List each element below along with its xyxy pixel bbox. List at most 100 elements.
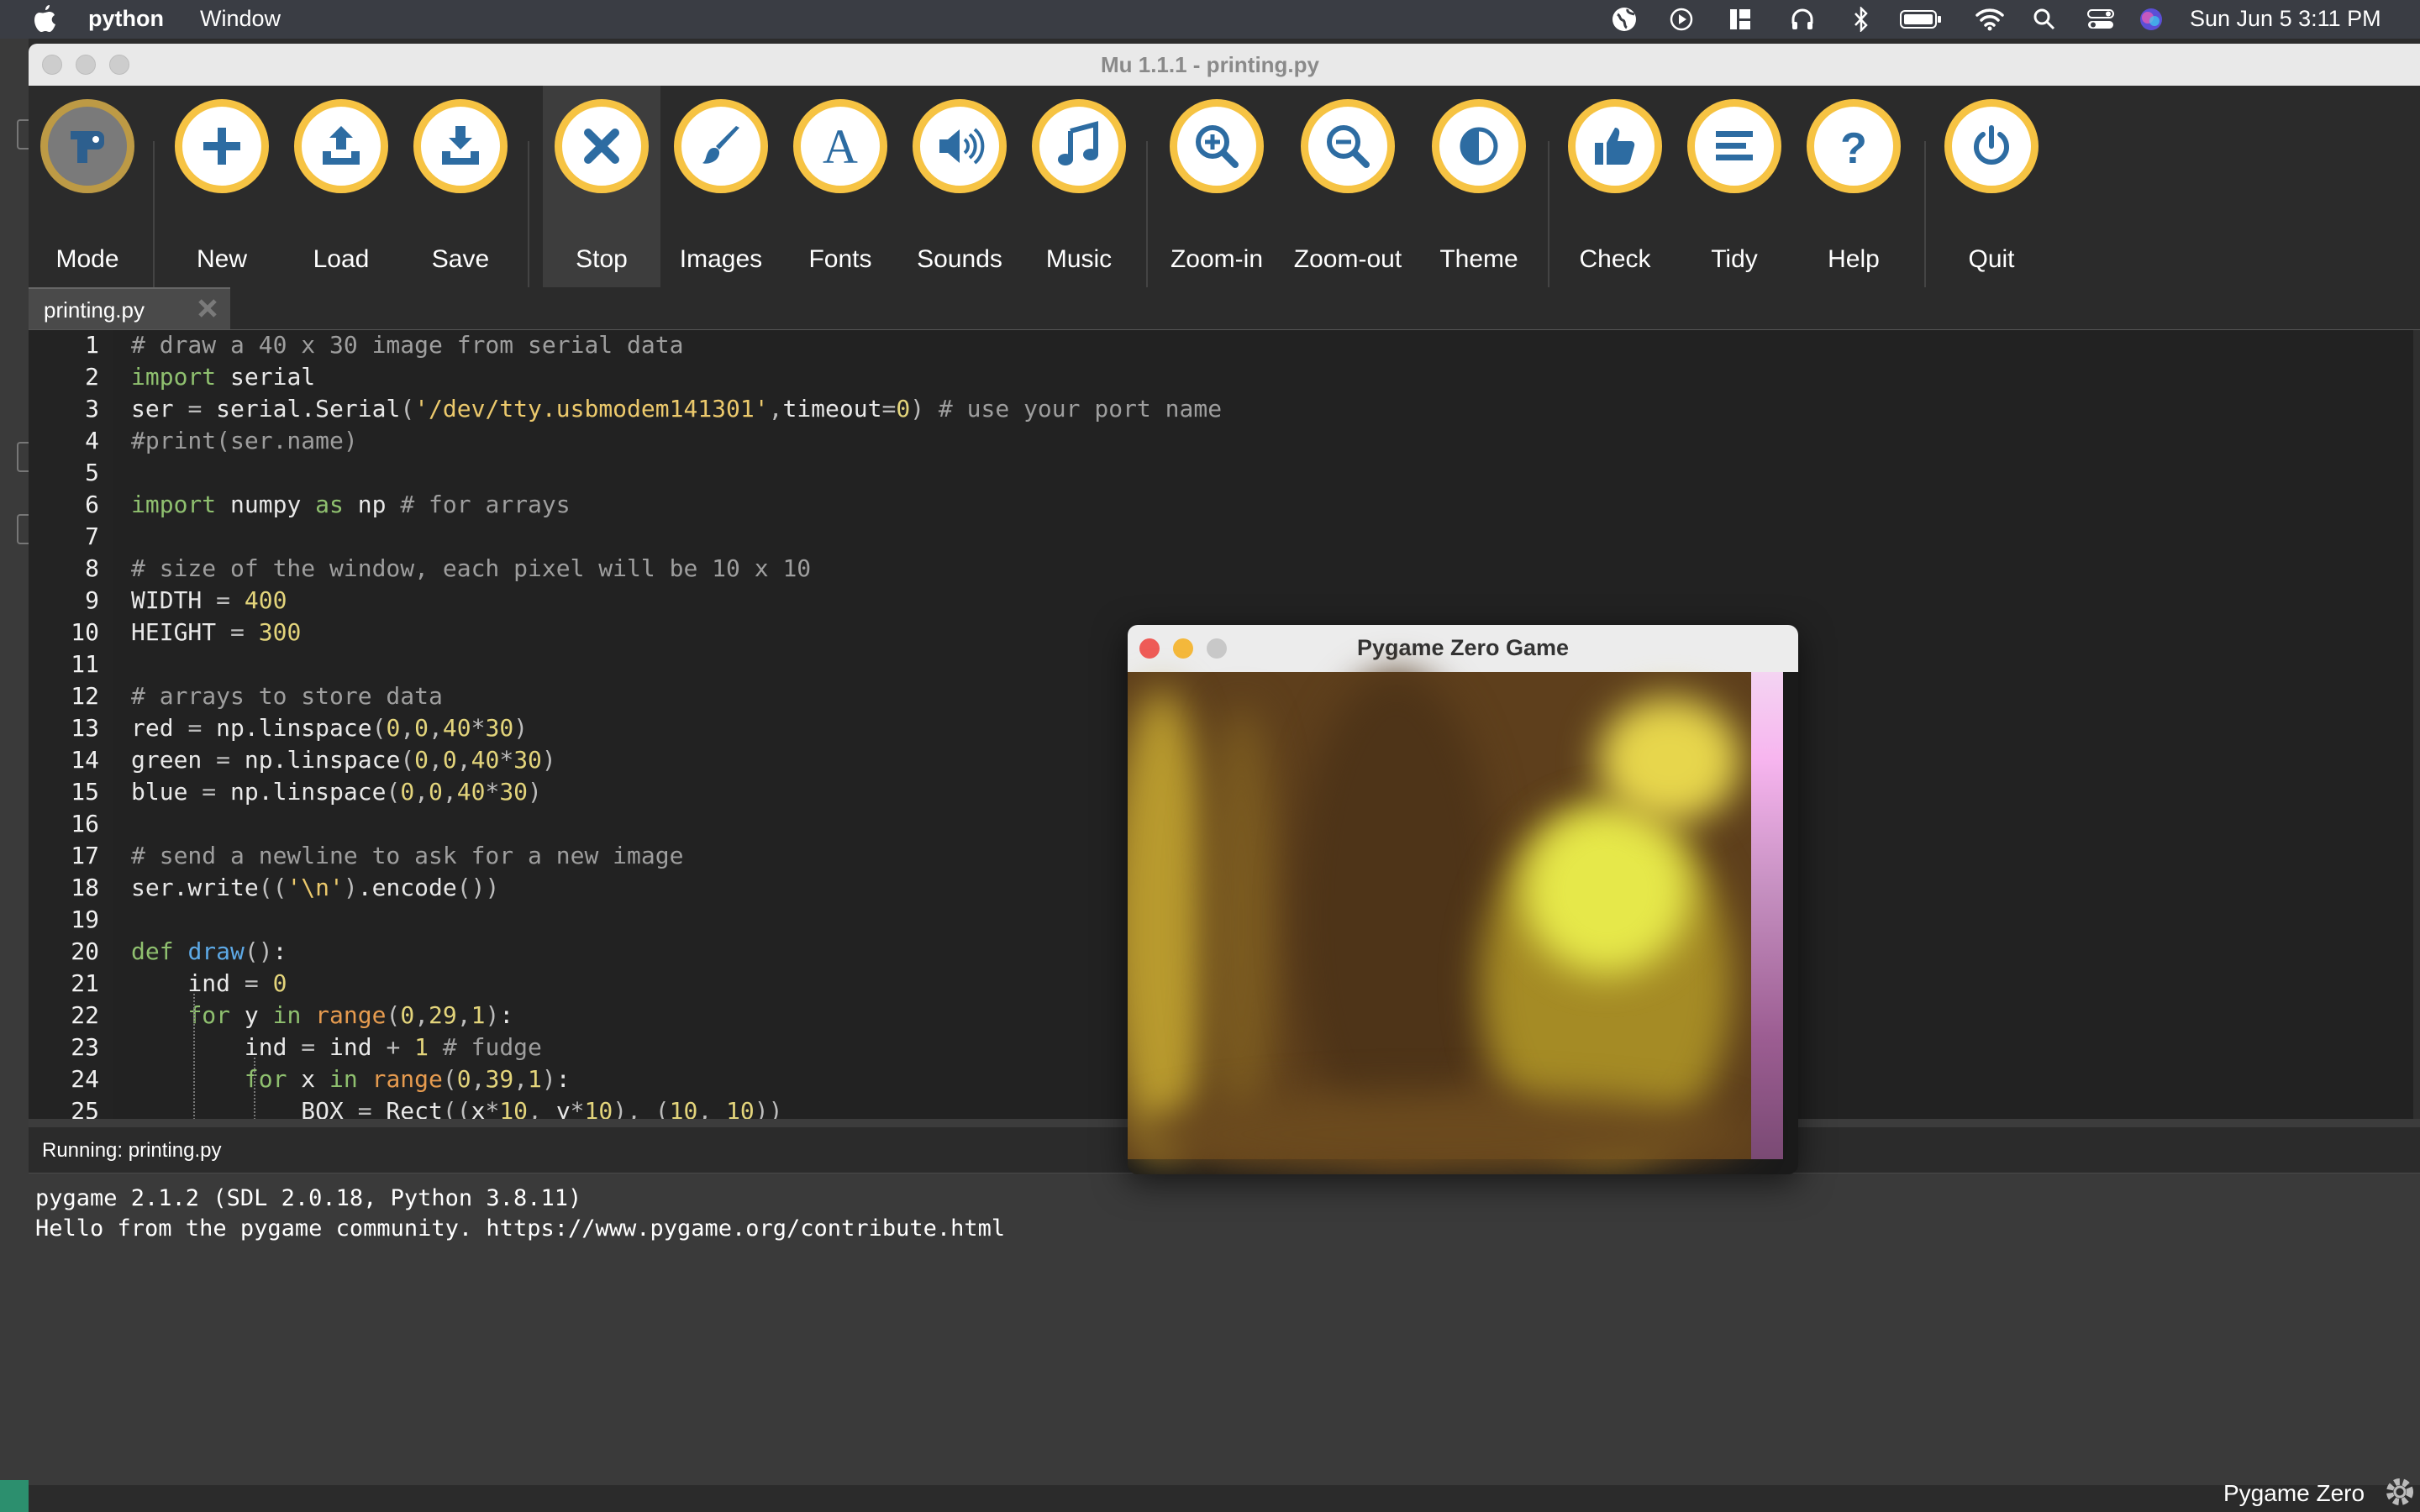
menu-bar: python Window Sun Jun 5 3:11 PM bbox=[0, 0, 2420, 39]
power-icon bbox=[1944, 99, 2039, 193]
output-pane[interactable]: pygame 2.1.2 (SDL 2.0.18, Python 3.8.11)… bbox=[29, 1173, 2420, 1500]
paintbrush-icon bbox=[674, 99, 768, 193]
music-button[interactable]: Music bbox=[1020, 86, 1138, 287]
save-button-label: Save bbox=[431, 245, 490, 273]
zoom-out-button[interactable]: Zoom-out bbox=[1289, 86, 1407, 287]
line-number: 7 bbox=[85, 522, 99, 550]
x-icon bbox=[555, 99, 649, 193]
code-line: blue = np.linspace(0,0,40*30) bbox=[131, 778, 542, 806]
download-icon bbox=[413, 99, 508, 193]
wifi-icon[interactable] bbox=[1973, 5, 2007, 34]
code-line: red = np.linspace(0,0,40*30) bbox=[131, 714, 529, 742]
line-number: 17 bbox=[71, 842, 99, 869]
indent-guide bbox=[193, 994, 195, 1120]
image-region bbox=[1296, 672, 1497, 1159]
close-tab-icon[interactable] bbox=[195, 296, 220, 321]
code-line: # draw a 40 x 30 image from serial data bbox=[131, 331, 684, 359]
line-number: 15 bbox=[71, 778, 99, 806]
new-button[interactable]: New bbox=[163, 86, 281, 287]
line-number: 2 bbox=[85, 363, 99, 391]
indent-guide bbox=[254, 1058, 255, 1120]
bluetooth-icon[interactable] bbox=[1847, 5, 1876, 34]
globe-icon[interactable] bbox=[1610, 5, 1639, 34]
toolbar-separator bbox=[528, 141, 529, 291]
line-number: 16 bbox=[71, 810, 99, 837]
images-button[interactable]: Images bbox=[662, 86, 780, 287]
tidy-button[interactable]: Tidy bbox=[1676, 86, 1793, 287]
load-button[interactable]: Load bbox=[282, 86, 400, 287]
line-number: 20 bbox=[71, 937, 99, 965]
mode-button[interactable]: Mode bbox=[29, 86, 146, 287]
battery-icon[interactable] bbox=[1897, 5, 1944, 34]
play-circle-icon[interactable] bbox=[1667, 5, 1696, 34]
background-window-mark bbox=[17, 514, 29, 544]
line-number-gutter: 1 2 3 4 5 6 7 8 9 10 11 12 13 14 15 16 17 18 19 20 21 22 23 24 2… bbox=[29, 330, 113, 1125]
search-icon[interactable] bbox=[2030, 5, 2059, 34]
theme-button[interactable]: Theme bbox=[1420, 86, 1538, 287]
app-menu-python[interactable]: python bbox=[88, 6, 164, 32]
pygame-zero-window[interactable]: Pygame Zero Game bbox=[1128, 625, 1798, 1174]
current-mode-label[interactable]: Pygame Zero bbox=[2223, 1480, 2365, 1507]
help-button-label: Help bbox=[1828, 245, 1880, 273]
status-bar: Pygame Zero bbox=[29, 1478, 2420, 1512]
sounds-button-label: Sounds bbox=[917, 245, 1002, 273]
code-line: import numpy as np # for arrays bbox=[131, 491, 571, 518]
menu-window[interactable]: Window bbox=[200, 6, 281, 32]
gear-icon[interactable] bbox=[2381, 1473, 2418, 1510]
code-line: # send a newline to ask for a new image bbox=[131, 842, 684, 869]
check-button[interactable]: Check bbox=[1556, 86, 1674, 287]
stop-button-label: Stop bbox=[576, 245, 628, 273]
sounds-button[interactable]: Sounds bbox=[901, 86, 1018, 287]
stage-manager-icon[interactable] bbox=[1726, 5, 1754, 34]
editor-scrollbar[interactable] bbox=[2413, 330, 2420, 1120]
upload-icon bbox=[294, 99, 388, 193]
music-note-icon bbox=[1032, 99, 1126, 193]
line-number: 5 bbox=[85, 459, 99, 486]
speaker-icon bbox=[913, 99, 1007, 193]
tab-printing-py[interactable]: printing.py bbox=[29, 287, 230, 329]
line-number: 10 bbox=[71, 618, 99, 646]
code-line: green = np.linspace(0,0,40*30) bbox=[131, 746, 556, 774]
save-button[interactable]: Save bbox=[402, 86, 519, 287]
code-line: def draw(): bbox=[131, 937, 287, 965]
line-number: 11 bbox=[71, 650, 99, 678]
tab-label: printing.py bbox=[44, 297, 145, 323]
plus-icon bbox=[175, 99, 269, 193]
code-line: for x in range(0,39,1): bbox=[244, 1065, 571, 1093]
question-icon: ? bbox=[1807, 99, 1901, 193]
code-line: import serial bbox=[131, 363, 316, 391]
quit-button-label: Quit bbox=[1968, 245, 2015, 273]
menubar-clock[interactable]: Sun Jun 5 3:11 PM bbox=[2190, 6, 2381, 32]
stop-button[interactable]: Stop bbox=[543, 86, 660, 287]
tidy-button-label: Tidy bbox=[1711, 245, 1758, 273]
line-number: 12 bbox=[71, 682, 99, 710]
line-number: 13 bbox=[71, 714, 99, 742]
fonts-button[interactable]: A Fonts bbox=[781, 86, 899, 287]
fonts-button-label: Fonts bbox=[808, 245, 872, 273]
line-number: 8 bbox=[85, 554, 99, 582]
headphones-icon[interactable] bbox=[1788, 5, 1817, 34]
music-button-label: Music bbox=[1045, 245, 1113, 273]
control-center-icon[interactable] bbox=[2084, 5, 2118, 34]
quit-button[interactable]: Quit bbox=[1933, 86, 2050, 287]
background-window-mark bbox=[17, 119, 29, 150]
pygame-canvas[interactable] bbox=[1128, 672, 1783, 1174]
help-button[interactable]: ? Help bbox=[1795, 86, 1912, 287]
svg-text:A: A bbox=[823, 121, 858, 171]
zoom-in-button[interactable]: Zoom-in bbox=[1158, 86, 1276, 287]
window-title: Mu 1.1.1 - printing.py bbox=[1100, 52, 1319, 77]
code-line: ind = 0 bbox=[131, 969, 287, 997]
line-number: 23 bbox=[71, 1033, 99, 1061]
line-number: 22 bbox=[71, 1001, 99, 1029]
python-logo-icon bbox=[40, 99, 134, 193]
siri-icon[interactable] bbox=[2136, 5, 2166, 34]
window-titlebar: Mu 1.1.1 - printing.py bbox=[29, 44, 2420, 87]
image-right-strip bbox=[1751, 672, 1783, 1159]
background-window-accent bbox=[0, 1480, 29, 1512]
apple-icon[interactable] bbox=[32, 5, 57, 34]
images-button-label: Images bbox=[679, 245, 763, 273]
code-line: # arrays to store data bbox=[131, 682, 443, 710]
toolbar-separator bbox=[1146, 141, 1148, 291]
half-circle-icon bbox=[1432, 99, 1526, 193]
code-line: ser = serial.Serial('/dev/tty.usbmodem14… bbox=[131, 395, 1223, 423]
